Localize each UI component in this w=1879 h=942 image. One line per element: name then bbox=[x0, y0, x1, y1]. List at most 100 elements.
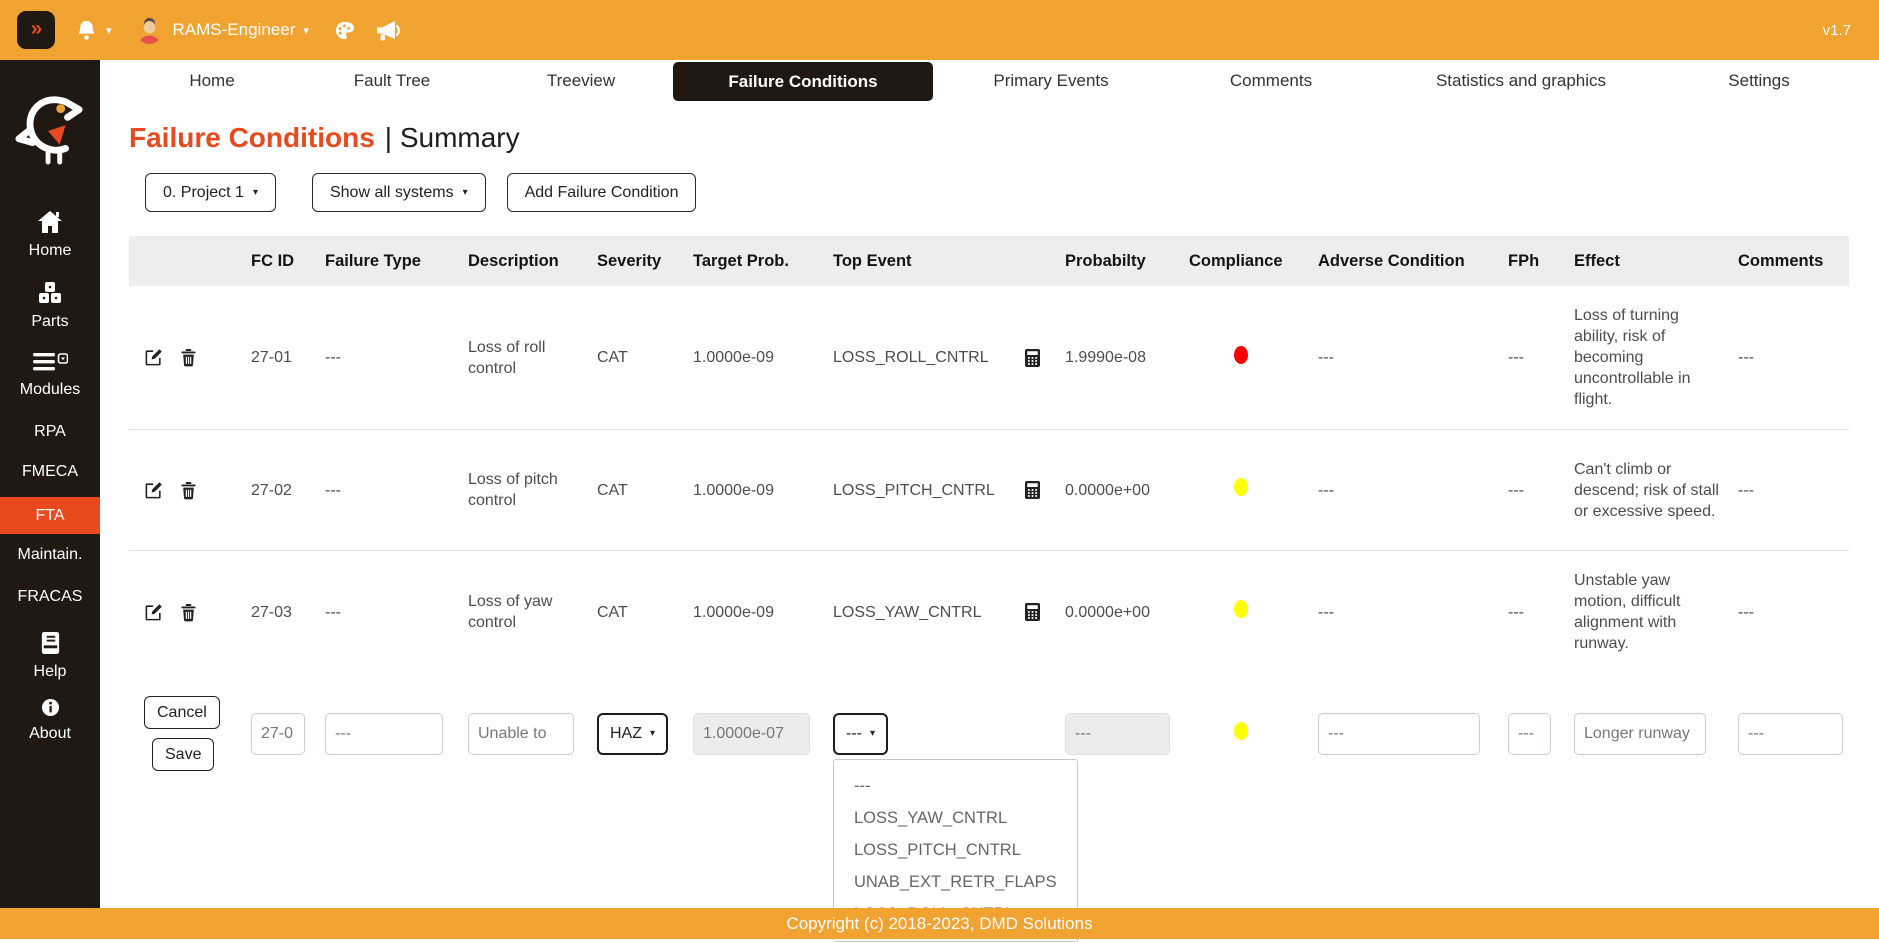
topbar: » ▾ RAMS-Engineer ▾ v1.7 bbox=[0, 0, 1879, 60]
table-row: 27-02 --- Loss of pitch control CAT 1.00… bbox=[129, 430, 1849, 551]
cell-top-event: LOSS_YAW_CNTRL bbox=[831, 551, 1063, 674]
tab-settings[interactable]: Settings bbox=[1728, 60, 1789, 101]
edit-icon[interactable] bbox=[144, 348, 163, 367]
delete-trash-icon[interactable] bbox=[180, 348, 197, 367]
copyright-text: Copyright (c) 2018-2023, DMD Solutions bbox=[786, 914, 1092, 934]
dropdown-option[interactable]: --- bbox=[834, 770, 1077, 802]
effect-input[interactable] bbox=[1574, 713, 1706, 755]
tab-statistics-and-graphics[interactable]: Statistics and graphics bbox=[1436, 60, 1606, 101]
sidebar-item-fta-active[interactable]: FTA bbox=[0, 497, 100, 534]
book-icon bbox=[39, 642, 62, 659]
comments-input[interactable] bbox=[1738, 713, 1843, 755]
sidebar-item-fmeca[interactable]: FMECA bbox=[0, 463, 100, 481]
failure-type-input[interactable] bbox=[325, 713, 443, 755]
col-fph: FPh bbox=[1506, 236, 1572, 286]
sidebar-item-maintain[interactable]: Maintain. bbox=[0, 546, 100, 564]
col-adverse-condition: Adverse Condition bbox=[1316, 236, 1506, 286]
page-subtitle: | Summary bbox=[385, 122, 520, 153]
sidebar-item-help[interactable]: Help bbox=[0, 631, 100, 681]
cell-fph: --- bbox=[1506, 551, 1572, 674]
systems-filter-button[interactable]: Show all systems▾ bbox=[312, 173, 486, 212]
table-row: 27-03 --- Loss of yaw control CAT 1.0000… bbox=[129, 551, 1849, 674]
cell-comments: --- bbox=[1736, 551, 1849, 674]
calculator-icon[interactable] bbox=[1025, 481, 1040, 499]
home-icon bbox=[37, 221, 63, 238]
avatar[interactable] bbox=[136, 17, 163, 44]
sidebar-item-about[interactable]: About bbox=[0, 698, 100, 743]
announcements-megaphone-icon[interactable] bbox=[376, 20, 403, 41]
sidebar-item-modules[interactable]: Modules bbox=[0, 351, 100, 399]
tab-primary-events[interactable]: Primary Events bbox=[993, 60, 1108, 101]
sidebar-item-home[interactable]: Home bbox=[0, 210, 100, 260]
cell-target-prob: 1.0000e-09 bbox=[691, 551, 831, 674]
calculator-icon[interactable] bbox=[1025, 349, 1040, 367]
chevron-down-icon[interactable]: ▾ bbox=[303, 24, 309, 37]
add-failure-condition-button[interactable]: Add Failure Condition bbox=[507, 173, 697, 212]
cell-top-event: LOSS_PITCH_CNTRL bbox=[831, 430, 1063, 551]
edit-icon[interactable] bbox=[144, 603, 163, 622]
dropdown-option[interactable]: UNAB_EXT_RETR_FLAPS bbox=[834, 866, 1077, 898]
cell-adverse-condition: --- bbox=[1316, 286, 1506, 430]
table-row: 27-01 --- Loss of roll control CAT 1.000… bbox=[129, 286, 1849, 430]
app-version: v1.7 bbox=[1823, 22, 1851, 39]
parts-cubes-icon bbox=[37, 292, 63, 309]
sidebar-collapse-button[interactable]: » bbox=[17, 11, 55, 49]
cell-severity: CAT bbox=[595, 286, 691, 430]
adverse-condition-input[interactable] bbox=[1318, 713, 1480, 755]
project-selector-button[interactable]: 0. Project 1▾ bbox=[145, 173, 276, 212]
col-description: Description bbox=[466, 236, 595, 286]
col-compliance: Compliance bbox=[1187, 236, 1316, 286]
tab-treeview[interactable]: Treeview bbox=[547, 60, 615, 101]
col-top-event: Top Event bbox=[831, 236, 1063, 286]
cell-target-prob: 1.0000e-09 bbox=[691, 430, 831, 551]
cancel-button[interactable]: Cancel bbox=[144, 696, 220, 729]
tab-home[interactable]: Home bbox=[189, 60, 234, 101]
sidebar-item-rpa[interactable]: RPA bbox=[0, 423, 100, 441]
fc-id-input[interactable] bbox=[251, 713, 305, 755]
description-input[interactable] bbox=[468, 713, 574, 755]
cell-adverse-condition: --- bbox=[1316, 430, 1506, 551]
calculator-icon[interactable] bbox=[1025, 603, 1040, 621]
delete-trash-icon[interactable] bbox=[180, 481, 197, 500]
probability-input bbox=[1065, 713, 1170, 755]
compliance-indicator bbox=[1234, 600, 1248, 618]
tab-comments[interactable]: Comments bbox=[1230, 60, 1312, 101]
cell-description: Loss of roll control bbox=[466, 286, 595, 430]
fph-input[interactable] bbox=[1508, 713, 1551, 755]
col-probability: Probabilty bbox=[1063, 236, 1187, 286]
tab-failure-conditions[interactable]: Failure Conditions bbox=[673, 62, 933, 101]
col-fc-id: FC ID bbox=[249, 236, 323, 286]
sidebar-item-parts[interactable]: Modules Parts bbox=[0, 281, 100, 331]
cell-description: Loss of pitch control bbox=[466, 430, 595, 551]
cell-fc-id: 27-02 bbox=[249, 430, 323, 551]
cell-probability: 0.0000e+00 bbox=[1063, 430, 1187, 551]
edit-row: Cancel Save HAZ▾ ---▾ ---LO bbox=[129, 673, 1849, 794]
col-target-prob: Target Prob. bbox=[691, 236, 831, 286]
top-event-select[interactable]: ---▾ bbox=[833, 713, 888, 755]
cell-probability: 1.9990e-08 bbox=[1063, 286, 1187, 430]
notifications-bell-icon[interactable] bbox=[75, 19, 98, 42]
dropdown-option[interactable]: LOSS_YAW_CNTRL bbox=[834, 802, 1077, 834]
app-logo-bird bbox=[0, 92, 100, 173]
chevron-down-icon[interactable]: ▾ bbox=[106, 24, 112, 37]
cell-effect: Loss of turning ability, risk of becomin… bbox=[1572, 286, 1736, 430]
delete-trash-icon[interactable] bbox=[180, 603, 197, 622]
cell-failure-type: --- bbox=[323, 551, 466, 674]
cell-failure-type: --- bbox=[323, 286, 466, 430]
username[interactable]: RAMS-Engineer bbox=[173, 20, 296, 40]
sidebar-item-fracas[interactable]: FRACAS bbox=[0, 588, 100, 606]
cell-fph: --- bbox=[1506, 430, 1572, 551]
tab-fault-tree[interactable]: Fault Tree bbox=[354, 60, 431, 101]
cell-fc-id: 27-01 bbox=[249, 286, 323, 430]
cell-fc-id: 27-03 bbox=[249, 551, 323, 674]
cell-description: Loss of yaw control bbox=[466, 551, 595, 674]
cell-effect: Can't climb or descend; risk of stall or… bbox=[1572, 430, 1736, 551]
theme-palette-icon[interactable] bbox=[333, 19, 356, 42]
cell-compliance bbox=[1187, 430, 1316, 551]
dropdown-option[interactable]: LOSS_PITCH_CNTRL bbox=[834, 834, 1077, 866]
edit-icon[interactable] bbox=[144, 481, 163, 500]
cell-adverse-condition: --- bbox=[1316, 551, 1506, 674]
severity-select[interactable]: HAZ▾ bbox=[597, 713, 668, 755]
save-button[interactable]: Save bbox=[152, 738, 214, 771]
cell-severity: CAT bbox=[595, 551, 691, 674]
